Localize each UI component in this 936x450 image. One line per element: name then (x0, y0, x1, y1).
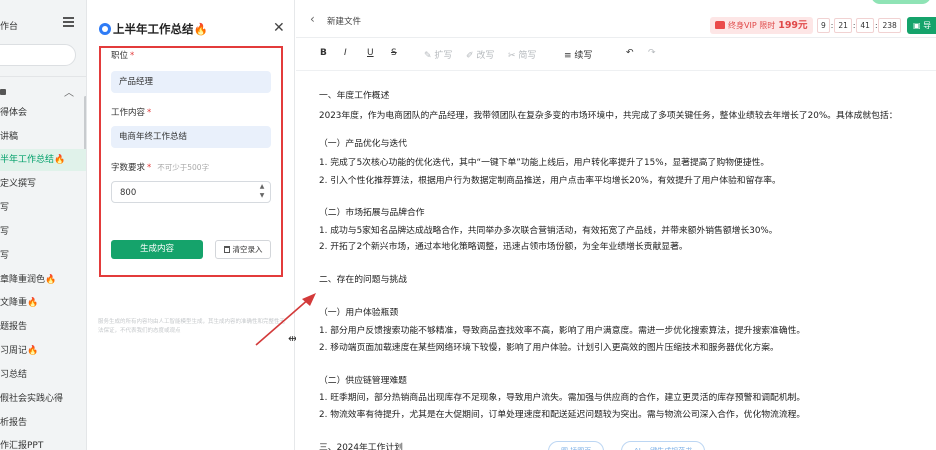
export-button[interactable]: ▣ 导 (907, 17, 936, 34)
heading: 一、年度工作概述 (319, 91, 390, 101)
toolbar-divider (296, 70, 936, 71)
sidebar-item[interactable]: 习周记🔥 (0, 340, 86, 362)
crown-icon (715, 21, 725, 29)
paragraph: 1. 旺季期间，部分热销商品出现库存不足现象，导致用户流失。需加强与供应商的合作… (319, 393, 806, 403)
sidebar-item[interactable]: 得体会 (0, 102, 86, 124)
heading: 三、2024年工作计划 (319, 443, 403, 450)
position-input[interactable]: 产品经理 (111, 71, 271, 93)
sidebar-item[interactable]: 章降重润色🔥 (0, 269, 86, 291)
continue-icon: ≡ (564, 51, 572, 61)
sidebar-item-active[interactable]: 半年工作总结🔥 (0, 149, 86, 171)
expand-icon: ✎ (424, 51, 432, 61)
expand-button[interactable]: ✎ 扩写 (424, 48, 452, 61)
wordcount-label: 字数要求 * 不可少于500字 (111, 163, 210, 173)
sidebar-item[interactable]: 假社会实践心得 (0, 388, 86, 410)
subheading: （一）产品优化与迭代 (319, 139, 407, 149)
document-name[interactable]: 新建文件 (327, 15, 361, 27)
sidebar-item[interactable]: 写 (0, 197, 86, 219)
position-label: 职位 * (111, 51, 135, 61)
sidebar-search-input[interactable] (0, 44, 76, 66)
back-icon[interactable]: ‹ (310, 12, 315, 26)
paragraph: 1. 成功与5家知名品牌达成战略合作，共同举办多次联合营销活动，有效拓宽了产品线… (319, 226, 778, 236)
content-input[interactable]: 电商年终工作总结 (111, 126, 271, 148)
subheading: （二）市场拓展与品牌合作 (319, 208, 425, 218)
app-logo-icon (99, 23, 111, 35)
form-panel: 上半年工作总结🔥 ✕ 职位 * 产品经理 工作内容 * 电商年终工作总结 字数要求 *… (88, 0, 295, 450)
sidebar-item[interactable]: 析报告 (0, 412, 86, 434)
form-header: 上半年工作总结🔥 ✕ (88, 18, 295, 40)
workspace-title: 作台 (0, 22, 19, 32)
sidebar-item[interactable]: 作汇报PPT (0, 435, 86, 450)
sidebar-item[interactable]: 文降重🔥 (0, 292, 86, 314)
trash-icon (223, 246, 230, 253)
sidebar-item[interactable]: 习总结 (0, 364, 86, 386)
editor-toolbar: B I U S ✎ 扩写 ✐ 改写 ✂ 简写 ≡ 续写 ↶ ↷ (296, 44, 936, 66)
wordcount-input[interactable]: 800 (111, 181, 271, 203)
undo-button[interactable]: ↶ (626, 48, 634, 58)
sidebar-item[interactable]: 讲稿 (0, 126, 86, 148)
heading: 二、存在的问题与挑战 (319, 275, 407, 285)
continue-button[interactable]: ≡ 续写 (564, 48, 592, 61)
generate-button[interactable]: 生成内容 (111, 240, 203, 259)
paragraph: 2023年度，作为电商团队的产品经理，我带领团队在复杂多变的市场环境中，共完成了… (319, 111, 898, 121)
paragraph: 2. 移动端页面加载速度在某些网络环境下较慢，影响了用户体验。计划引入更高效的图… (319, 343, 779, 353)
content-label: 工作内容 * (111, 108, 152, 118)
close-icon[interactable]: ✕ (273, 20, 285, 36)
annotation-arrow-icon (255, 293, 316, 346)
rewrite-button[interactable]: ✐ 改写 (466, 48, 494, 61)
subheading: （一）用户体验瓶颈 (319, 308, 399, 318)
paragraph: 1. 完成了5次核心功能的优化迭代，其中“一键下单”功能上线后，用户转化率提升了… (319, 158, 770, 168)
redo-button[interactable]: ↷ (648, 48, 656, 58)
underline-button[interactable]: U (367, 48, 374, 58)
italic-button[interactable]: I (344, 48, 347, 58)
app-window: 作台 ︿ 得体会 讲稿 半年工作总结🔥 定义撰写 写 写 写 章降重润色🔥 文降… (0, 0, 936, 450)
form-title: 上半年工作总结🔥 (113, 22, 208, 36)
top-decoration (871, 0, 931, 4)
countdown-timer: 9:21:41:238 (816, 17, 902, 34)
sidebar-divider (0, 76, 86, 77)
sidebar-item[interactable]: 定义撰写 (0, 173, 86, 195)
paragraph: 2. 物流效率有待提升，尤其是在大促期间，订单处理速度和配送延迟问题较为突出。需… (319, 410, 806, 420)
clear-button[interactable]: 清空录入 (215, 240, 271, 259)
sidebar-item[interactable]: 题报告 (0, 316, 86, 338)
paragraph: 1. 部分用户反馈搜索功能不够精准，导致商品查找效率不高，影响了用户满意度。需进… (319, 326, 806, 336)
simplify-icon: ✂ (508, 51, 516, 61)
insert-image-button[interactable]: 图 插图页 (548, 441, 605, 450)
sidebar-item[interactable]: 写 (0, 221, 86, 243)
subheading: （二）供应链管理难题 (319, 376, 407, 386)
vip-promo-badge[interactable]: 终身VIP 限时 199元 (710, 17, 813, 34)
number-stepper-icon[interactable]: ▲ ▼ (257, 182, 267, 202)
rewrite-icon: ✐ (466, 51, 474, 61)
paragraph: 2. 引入个性化推荐算法，根据用户行为数据定制商品推送，用户点击率平均增长20%… (319, 176, 781, 186)
ai-generate-button[interactable]: AI 一键生成规范书 (621, 441, 706, 450)
editor-topbar: ‹ 新建文件 终身VIP 限时 199元 9:21:41:238 ▣ 导 (296, 0, 936, 38)
menu-icon[interactable] (63, 17, 74, 27)
bold-button[interactable]: B (320, 48, 327, 58)
left-sidebar: 作台 ︿ 得体会 讲稿 半年工作总结🔥 定义撰写 写 写 写 章降重润色🔥 文降… (0, 0, 87, 450)
simplify-button[interactable]: ✂ 简写 (508, 48, 536, 61)
group-icon (0, 89, 6, 95)
paragraph: 2. 开拓了2个新兴市场，通过本地化策略调整，迅速占领市场份额，为全年业绩增长贡… (319, 242, 688, 252)
sidebar-item[interactable]: 写 (0, 245, 86, 267)
strikethrough-button[interactable]: S (391, 48, 397, 58)
chevron-up-icon[interactable]: ︿ (64, 84, 74, 99)
editor-area: ‹ 新建文件 终身VIP 限时 199元 9:21:41:238 ▣ 导 B I … (296, 0, 936, 450)
